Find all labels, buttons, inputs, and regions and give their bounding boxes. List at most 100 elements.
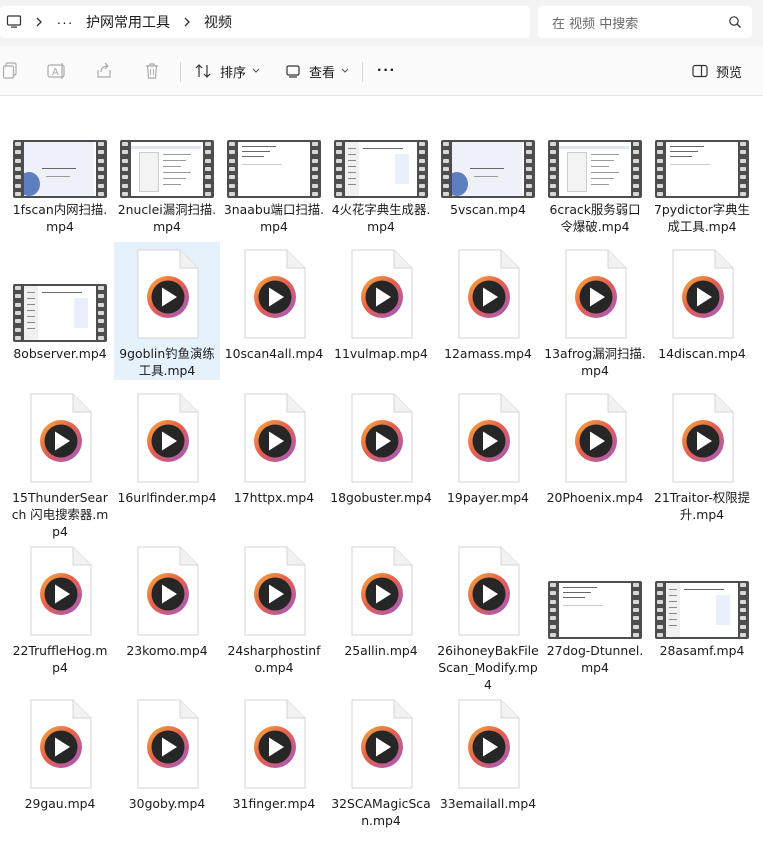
view-button[interactable]: 查看 — [286, 60, 349, 82]
share-button[interactable] — [95, 60, 113, 82]
file-name: 16urlfinder.mp4 — [117, 490, 217, 505]
breadcrumb-overflow-button[interactable]: ··· — [50, 14, 80, 30]
view-icon — [286, 64, 301, 78]
file-name: 20Phoenix.mp4 — [546, 490, 644, 505]
file-thumbnail — [649, 248, 755, 340]
file-item[interactable]: 15ThunderSearch 闪电搜索器.mp4 — [7, 386, 113, 539]
video-thumbnail — [13, 284, 107, 342]
file-name: 8observer.mp4 — [13, 346, 107, 361]
computer-icon[interactable] — [0, 14, 28, 30]
file-thumbnail — [649, 140, 755, 198]
video-thumbnail — [13, 140, 107, 198]
search-input[interactable]: 在 视频 中搜索 — [552, 13, 718, 32]
video-file-icon — [30, 546, 92, 636]
video-frame — [666, 583, 738, 637]
film-sprocket — [550, 583, 557, 637]
search-box[interactable]: 在 视频 中搜索 — [538, 6, 752, 38]
file-name: 24sharphostinfo.mp4 — [227, 643, 321, 675]
file-item[interactable]: 3naabu端口扫描.mp4 — [221, 98, 327, 236]
chevron-right-icon[interactable] — [176, 17, 198, 27]
video-file-icon — [458, 546, 520, 636]
file-item[interactable]: 19payer.mp4 — [435, 386, 541, 530]
copy-button[interactable] — [2, 60, 18, 82]
file-item[interactable]: 31finger.mp4 — [221, 692, 327, 830]
file-name: 33emailall.mp4 — [439, 796, 537, 811]
film-sprocket — [15, 142, 22, 196]
file-item[interactable]: 4火花字典生成器.mp4 — [328, 98, 434, 236]
file-item[interactable]: 21Traitor-权限提升.mp4 — [649, 386, 755, 530]
file-item[interactable]: 26ihoneyBakFileScan_Modify.mp4 — [435, 539, 541, 692]
view-label: 查看 — [309, 65, 336, 81]
file-item[interactable]: 10scan4all.mp4 — [221, 242, 327, 380]
video-thumbnail — [334, 140, 428, 198]
file-item[interactable]: 1fscan内网扫描.mp4 — [7, 98, 113, 236]
search-icon[interactable] — [718, 15, 752, 29]
film-sprocket — [98, 142, 105, 196]
file-name: 21Traitor-权限提升.mp4 — [653, 490, 751, 522]
file-name: 13afrog漏洞扫描.mp4 — [544, 346, 646, 378]
file-item[interactable]: 25allin.mp4 — [328, 539, 434, 677]
file-item[interactable]: 7pydictor字典生成工具.mp4 — [649, 98, 755, 236]
file-item[interactable]: 5vscan.mp4 — [435, 98, 541, 236]
file-item[interactable]: 29gau.mp4 — [7, 692, 113, 830]
film-sprocket — [336, 142, 343, 196]
address-bar[interactable]: ··· 护网常用工具 视频 — [0, 6, 530, 38]
file-item[interactable]: 6crack服务弱口令爆破.mp4 — [542, 98, 648, 236]
file-name: 7pydictor字典生成工具.mp4 — [654, 202, 750, 234]
video-thumbnail — [548, 581, 642, 639]
film-sprocket — [740, 142, 747, 196]
film-sprocket — [657, 583, 664, 637]
file-thumbnail — [114, 140, 220, 198]
file-grid: 1fscan内网扫描.mp4 2nuclei漏洞扫描.mp4 3naabu端口扫… — [0, 96, 763, 841]
file-item[interactable]: 22TruffleHog.mp4 — [7, 539, 113, 677]
video-thumbnail — [548, 140, 642, 198]
preview-button[interactable]: 预览 — [692, 60, 742, 82]
film-sprocket — [15, 286, 22, 340]
file-item[interactable]: 32SCAMagicScan.mp4 — [328, 692, 434, 830]
file-item[interactable]: 30goby.mp4 — [114, 692, 220, 830]
file-item[interactable]: 27dog-Dtunnel.mp4 — [542, 539, 648, 677]
file-item[interactable]: 20Phoenix.mp4 — [542, 386, 648, 530]
file-item[interactable]: 17httpx.mp4 — [221, 386, 327, 530]
chevron-right-icon[interactable] — [28, 17, 50, 27]
file-item[interactable]: 14discan.mp4 — [649, 242, 755, 380]
file-item[interactable]: 2nuclei漏洞扫描.mp4 — [114, 98, 220, 236]
file-name: 14discan.mp4 — [658, 346, 746, 361]
chevron-down-icon — [341, 68, 349, 74]
video-thumbnail — [441, 140, 535, 198]
file-thumbnail — [328, 698, 434, 790]
file-item[interactable]: 23komo.mp4 — [114, 539, 220, 677]
rename-icon: A — [47, 62, 67, 80]
video-file-icon — [458, 699, 520, 789]
file-item[interactable]: 18gobuster.mp4 — [328, 386, 434, 530]
file-name: 30goby.mp4 — [128, 796, 206, 811]
file-item[interactable]: 16urlfinder.mp4 — [114, 386, 220, 530]
file-item[interactable]: 9goblin钓鱼演练工具.mp4 — [114, 242, 220, 380]
file-item[interactable]: 13afrog漏洞扫描.mp4 — [542, 242, 648, 380]
file-name: 18gobuster.mp4 — [330, 490, 432, 505]
file-thumbnail — [221, 392, 327, 484]
breadcrumb-item-tools[interactable]: 护网常用工具 — [80, 12, 176, 32]
film-sprocket — [443, 142, 450, 196]
rename-button[interactable]: A — [47, 60, 67, 82]
file-thumbnail — [435, 698, 541, 790]
file-item[interactable]: 33emailall.mp4 — [435, 692, 541, 830]
film-sprocket — [550, 142, 557, 196]
film-sprocket — [98, 286, 105, 340]
file-item[interactable]: 24sharphostinfo.mp4 — [221, 539, 327, 677]
file-thumbnail — [435, 248, 541, 340]
see-more-button[interactable]: ··· — [377, 60, 396, 82]
delete-button[interactable] — [144, 60, 160, 82]
file-name: 25allin.mp4 — [344, 643, 418, 658]
film-sprocket — [312, 142, 319, 196]
file-thumbnail — [114, 392, 220, 484]
file-name: 22TruffleHog.mp4 — [12, 643, 108, 675]
file-item[interactable]: 28asamf.mp4 — [649, 539, 755, 677]
sort-button[interactable]: 排序 — [195, 60, 260, 82]
file-item[interactable]: 8observer.mp4 — [7, 242, 113, 380]
breadcrumb-item-videos[interactable]: 视频 — [198, 12, 238, 32]
video-frame — [452, 142, 524, 196]
file-item[interactable]: 11vulmap.mp4 — [328, 242, 434, 380]
file-item[interactable]: 12amass.mp4 — [435, 242, 541, 380]
video-file-icon — [565, 249, 627, 339]
